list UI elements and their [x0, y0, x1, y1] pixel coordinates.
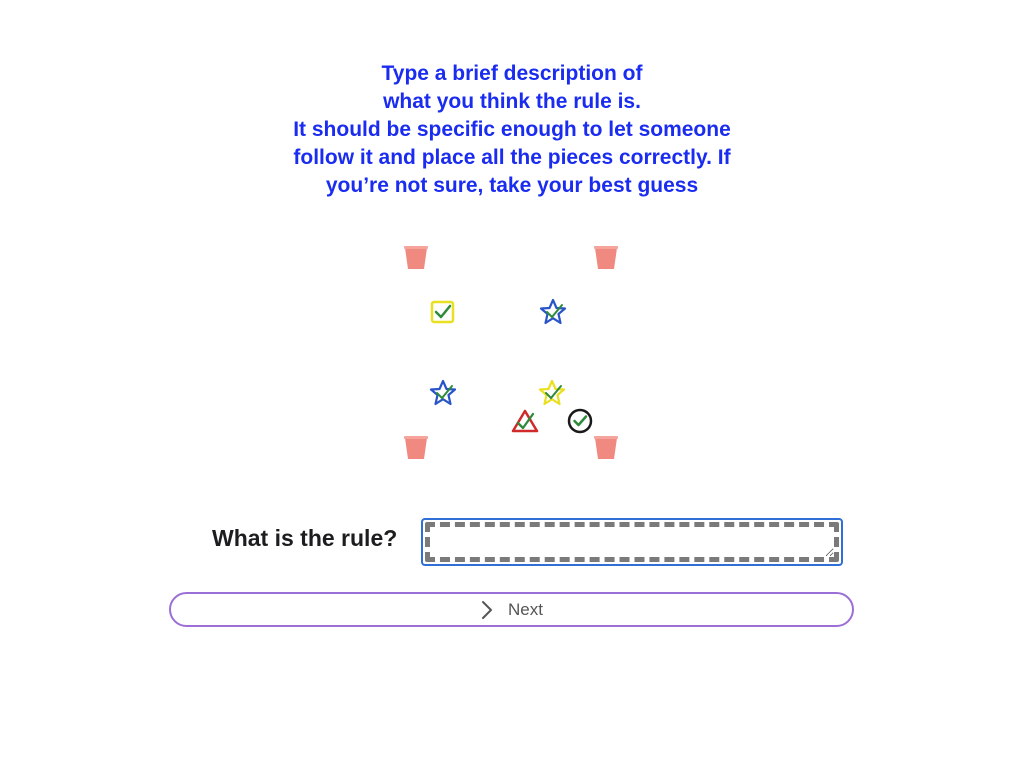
- page: Type a brief description of what you thi…: [0, 0, 1024, 768]
- bucket-icon: [591, 432, 621, 462]
- rule-input[interactable]: [425, 522, 839, 562]
- instruction-line: what you think the rule is.: [383, 90, 641, 113]
- check-star-icon: [537, 378, 567, 408]
- instruction-line: follow it and place all the pieces corre…: [293, 146, 731, 169]
- bucket-icon: [401, 242, 431, 272]
- rule-label: What is the rule?: [212, 525, 398, 551]
- instructions: Type a brief description of what you thi…: [212, 60, 812, 200]
- next-button[interactable]: Next: [169, 592, 854, 627]
- instruction-line: you’re not sure, take your best guess: [325, 174, 699, 197]
- check-triangle-icon: [510, 406, 540, 436]
- check-star-icon: [428, 378, 458, 408]
- next-label: Next: [508, 599, 543, 619]
- chevron-right-icon: [480, 600, 494, 620]
- rule-input-frame: [421, 518, 843, 566]
- instruction-line: Type a brief description of: [381, 62, 643, 85]
- bucket-icon: [591, 242, 621, 272]
- check-square-icon: [428, 297, 458, 327]
- bucket-icon: [401, 432, 431, 462]
- instruction-line: It should be specific enough to let some…: [293, 118, 731, 141]
- check-star-icon: [538, 297, 568, 327]
